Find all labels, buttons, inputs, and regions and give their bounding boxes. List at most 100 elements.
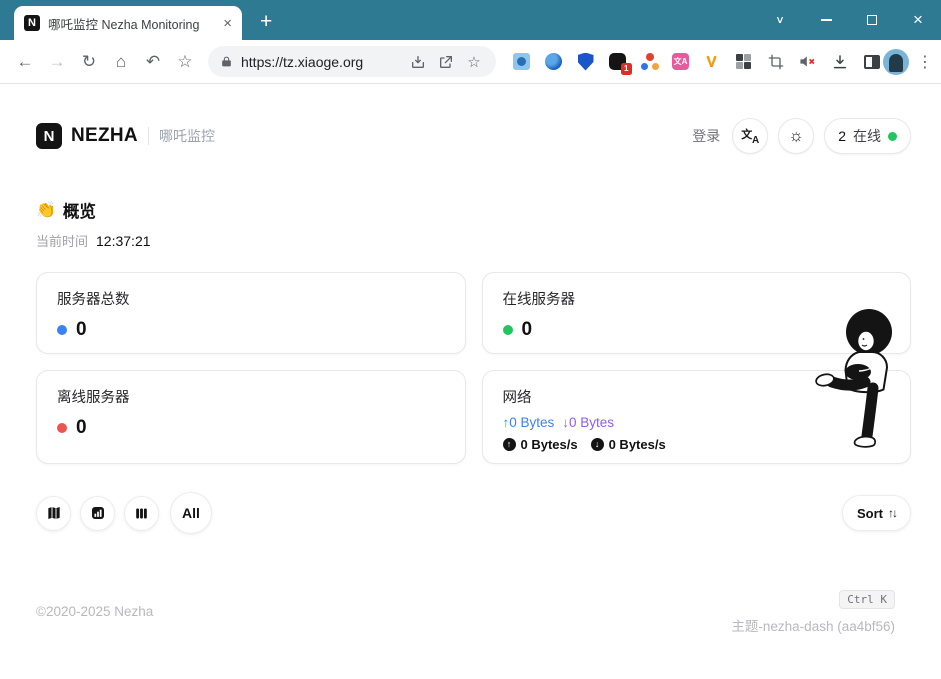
total-servers-value: 0: [76, 319, 87, 341]
online-label: 在线: [853, 126, 881, 146]
lang-en-glyph: A: [752, 135, 759, 146]
online-status-dot: [888, 132, 897, 141]
blue-square-glyph: [513, 53, 530, 70]
filter-row: All Sort ↑↓: [36, 492, 911, 534]
map-view-button[interactable]: [36, 496, 71, 531]
logo-text[interactable]: NEZHA: [71, 125, 138, 147]
password-manager-extension-icon[interactable]: [576, 52, 595, 71]
colored-dots-extension-icon[interactable]: [640, 52, 659, 71]
chart-view-button[interactable]: [80, 496, 115, 531]
extensions-row: 1 文A V: [512, 52, 881, 71]
url-text[interactable]: https://tz.xiaoge.org: [241, 54, 400, 70]
lang-zh-glyph: 文: [741, 126, 752, 142]
upload-circle-icon: ↑: [503, 438, 516, 451]
overview-title: 概览: [63, 198, 96, 222]
current-time-label: 当前时间: [36, 231, 88, 250]
green-dot: [503, 325, 513, 335]
columns-view-button[interactable]: [124, 496, 159, 531]
total-servers-card[interactable]: 服务器总数 0: [36, 272, 466, 354]
browser-tab[interactable]: N 哪吒监控 Nezha Monitoring ×: [14, 6, 242, 40]
card-title: 网络: [503, 386, 891, 407]
upload-total: ↑0 Bytes: [503, 415, 555, 430]
share-icon[interactable]: [436, 52, 456, 72]
vimium-extension-icon[interactable]: V: [702, 52, 721, 71]
sort-button[interactable]: Sort ↑↓: [842, 495, 911, 531]
online-servers-value: 0: [522, 319, 533, 341]
forward-icon[interactable]: →: [42, 47, 72, 77]
stat-cards: 服务器总数 0 在线服务器 0 离线服务器 0 网络 ↑0 Bytes: [36, 272, 911, 464]
reload-icon[interactable]: ↻: [74, 47, 104, 77]
grid-glyph: [736, 54, 752, 70]
downloads-icon[interactable]: [830, 52, 849, 71]
translate-icon: 文 A: [741, 127, 759, 145]
browser-extension-icon[interactable]: [544, 52, 563, 71]
close-window-button[interactable]: ×: [895, 0, 941, 40]
lock-icon: [220, 55, 233, 68]
download-total: ↓0 Bytes: [562, 415, 614, 430]
current-time-value: 12:37:21: [96, 233, 151, 249]
undo-icon[interactable]: ↶: [138, 47, 168, 77]
translate-extension-icon[interactable]: 文A: [672, 53, 689, 70]
window-chevron-button[interactable]: ∨: [757, 4, 803, 36]
online-status-badge[interactable]: 2 在线: [824, 118, 911, 154]
save-page-icon[interactable]: [408, 52, 428, 72]
login-link[interactable]: 登录: [692, 126, 720, 146]
minimize-button[interactable]: [803, 0, 849, 40]
overview-section: 👏 概览 当前时间 12:37:21: [0, 154, 941, 250]
nezha-logo[interactable]: N: [36, 123, 62, 149]
offline-servers-value: 0: [76, 417, 87, 439]
avatar-silhouette: [889, 54, 903, 72]
clap-emoji: 👏: [36, 200, 56, 220]
sun-icon: ☼: [788, 126, 804, 146]
download-speed: 0 Bytes/s: [609, 437, 666, 452]
minimize-icon: [821, 19, 832, 21]
language-button[interactable]: 文 A: [732, 118, 768, 154]
screenshot-extension-icon[interactable]: [512, 52, 531, 71]
sort-arrows-icon: ↑↓: [888, 506, 896, 520]
header-divider: [148, 127, 149, 145]
filter-all-button[interactable]: All: [170, 492, 212, 534]
extension-badge: 1: [621, 63, 632, 75]
map-icon: [46, 505, 62, 521]
userscript-extension-icon[interactable]: 1: [608, 52, 627, 71]
online-servers-card[interactable]: 在线服务器 0: [482, 272, 912, 354]
address-bar[interactable]: https://tz.xiaoge.org ☆: [208, 46, 496, 77]
network-card[interactable]: 网络 ↑0 Bytes ↓0 Bytes ↑ 0 Bytes/s ↓ 0 Byt…: [482, 370, 912, 464]
theme-toggle-button[interactable]: ☼: [778, 118, 814, 154]
upload-speed: 0 Bytes/s: [521, 437, 578, 452]
browser-titlebar: N 哪吒监控 Nezha Monitoring × + ∨ ×: [0, 0, 941, 40]
star-icon[interactable]: ☆: [170, 47, 200, 77]
red-dot: [57, 423, 67, 433]
blue-dot: [57, 325, 67, 335]
browser-menu-icon[interactable]: ⋮: [917, 52, 933, 72]
crop-icon[interactable]: [766, 52, 785, 71]
card-title: 离线服务器: [57, 386, 445, 407]
sidebar-glyph: [864, 55, 880, 69]
back-icon[interactable]: ←: [10, 47, 40, 77]
card-title: 在线服务器: [503, 288, 891, 309]
apps-grid-icon[interactable]: [734, 52, 753, 71]
dots-glyph: [641, 53, 659, 71]
shield-glyph: [578, 53, 594, 71]
theme-info-text: 主题-nezha-dash (aa4bf56): [731, 615, 895, 635]
profile-avatar[interactable]: [883, 49, 909, 75]
maximize-icon: [867, 15, 877, 25]
mute-icon[interactable]: [798, 52, 817, 71]
blue-circle-glyph: [545, 53, 562, 70]
page-content: N NEZHA 哪吒监控 登录 文 A ☼ 2 在线 👏 概览: [0, 84, 941, 678]
online-count: 2: [838, 128, 846, 144]
header-actions: 登录 文 A ☼ 2 在线: [692, 118, 911, 154]
tab-title: 哪吒监控 Nezha Monitoring: [48, 14, 215, 33]
maximize-button[interactable]: [849, 0, 895, 40]
tab-close-icon[interactable]: ×: [223, 16, 232, 31]
offline-servers-card[interactable]: 离线服务器 0: [36, 370, 466, 464]
window-controls: ∨ ×: [757, 0, 941, 40]
download-circle-icon: ↓: [591, 438, 604, 451]
site-header: N NEZHA 哪吒监控 登录 文 A ☼ 2 在线: [0, 84, 941, 154]
new-tab-button[interactable]: +: [260, 10, 272, 34]
bookmark-star-icon[interactable]: ☆: [464, 52, 484, 72]
tab-favicon: N: [24, 15, 40, 31]
browser-toolbar: ← → ↻ ⌂ ↶ ☆ https://tz.xiaoge.org ☆ 1 文A…: [0, 40, 941, 84]
side-panel-icon[interactable]: [862, 52, 881, 71]
home-icon[interactable]: ⌂: [106, 47, 136, 77]
